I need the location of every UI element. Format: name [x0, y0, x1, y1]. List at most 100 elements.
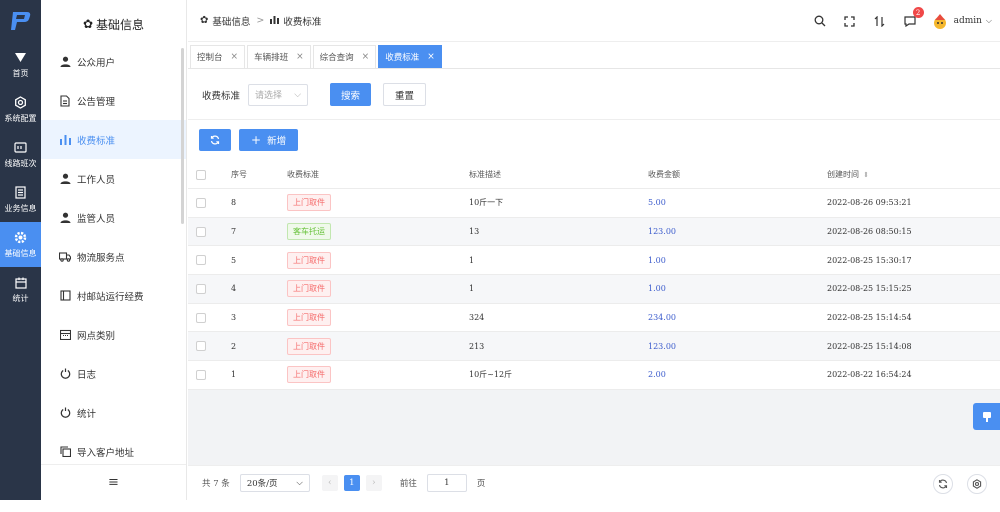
column-header: 标准描述 [469, 170, 501, 179]
row-checkbox-cell [188, 255, 231, 266]
sidebar-item[interactable]: 公众用户 [41, 42, 186, 81]
page-size-select[interactable]: 20条/页 ⌵ [239, 474, 310, 492]
sidebar-item[interactable]: 统计 [41, 393, 186, 432]
table-row[interactable]: 7 客车托运 13 123.00 2022-08-26 08:50:15 [188, 217, 1000, 247]
chevron-down-icon[interactable]: ⌵ [986, 16, 992, 26]
avatar[interactable] [931, 12, 949, 30]
sidebar-item-label: 物流服务点 [77, 252, 125, 264]
breadcrumb-root[interactable]: 基础信息 [212, 14, 250, 28]
gear-icon: ✿ [200, 15, 209, 26]
sidebar-item[interactable]: 物流服务点 [41, 237, 186, 276]
rail-item[interactable]: 线路班次 [0, 132, 41, 177]
tab[interactable]: 控制台 × [190, 45, 246, 68]
page-number-current[interactable]: 1 [343, 475, 360, 491]
close-icon[interactable]: × [427, 52, 435, 62]
breadcrumb-separator: > [256, 15, 265, 26]
sidebar-item[interactable]: 日志 [41, 354, 186, 393]
sidebar-item[interactable]: 收费标准 [41, 120, 186, 159]
refresh-table-button[interactable] [933, 474, 953, 494]
refresh-button[interactable] [199, 129, 231, 151]
fee-table: 序号 收费标准 标准描述 收费金额 创建时间 ⇕ 8 上门取件 10斤一下 5.… [188, 161, 1000, 390]
search-button[interactable]: 搜索 [330, 83, 372, 106]
table-settings-button[interactable] [967, 474, 987, 494]
fee-type-cell: 上门取件 [287, 337, 469, 355]
table-row[interactable]: 4 上门取件 1 1.00 2022-08-25 15:15:25 [188, 275, 1000, 304]
row-checkbox[interactable] [196, 226, 206, 237]
folder-icon [59, 290, 71, 302]
row-checkbox-cell [188, 369, 231, 380]
select-all-cell [188, 169, 231, 180]
floating-action-button[interactable] [973, 403, 1000, 430]
fee-type-tag: 上门取件 [287, 309, 331, 327]
sidebar-item[interactable]: 村邮站运行经费 [41, 276, 186, 315]
collapse-menu-button[interactable]: ≡ [41, 464, 186, 500]
fee-type-cell: 上门取件 [287, 309, 469, 327]
row-checkbox[interactable] [196, 369, 206, 380]
add-button[interactable]: + 新增 [239, 129, 299, 151]
prev-page-button[interactable]: ‹ [321, 475, 338, 491]
sidebar-item[interactable]: 监管人员 [41, 198, 186, 237]
row-checkbox[interactable] [196, 197, 206, 208]
refresh-icon [938, 479, 948, 489]
close-icon[interactable]: × [231, 52, 239, 62]
gear-icon [14, 231, 28, 245]
search-icon[interactable] [813, 14, 827, 28]
sidebar-item[interactable]: 公告管理 [41, 81, 186, 120]
row-checkbox[interactable] [196, 255, 206, 266]
column-header: 序号 [231, 170, 247, 179]
fee-standard-select[interactable]: 请选择 ⌵ [248, 83, 309, 106]
row-checkbox-cell [188, 283, 231, 294]
sidebar-item[interactable]: 网点类别 [41, 315, 186, 354]
tab[interactable]: 车辆排班 × [247, 45, 311, 68]
table-row[interactable]: 5 上门取件 1 1.00 2022-08-25 15:30:17 [188, 246, 1000, 276]
sidebar-item[interactable]: 导入客户地址 [41, 432, 186, 464]
table-row[interactable]: 3 上门取件 324 234.00 2022-08-25 15:14:54 [188, 304, 1000, 333]
reset-button[interactable]: 重置 [383, 83, 427, 106]
close-icon[interactable]: × [362, 52, 370, 62]
tab[interactable]: 收费标准 × [378, 45, 442, 68]
select-all-checkbox[interactable] [196, 169, 206, 180]
amount-cell: 1.00 [648, 284, 666, 294]
notification-icon[interactable]: 2 [903, 7, 924, 28]
description-cell: 324 [469, 313, 485, 323]
table-row[interactable]: 8 上门取件 10斤一下 5.00 2022-08-26 09:53:21 [188, 189, 1000, 218]
row-checkbox[interactable] [196, 312, 206, 323]
user-name[interactable]: admin [954, 16, 982, 26]
calendar-icon [59, 329, 71, 341]
sidebar-item-label: 统计 [77, 408, 97, 420]
rail-item[interactable]: 首页 [0, 42, 41, 87]
truck-icon [59, 251, 71, 263]
sortable-column-header[interactable]: 创建时间 ⇕ [827, 169, 997, 180]
column-header: 收费标准 [287, 170, 319, 179]
tab[interactable]: 综合查询 × [312, 45, 377, 68]
row-number: 3 [231, 313, 237, 323]
description-cell: 10斤~12斤 [469, 370, 513, 380]
page-size-value: 20条/页 [246, 479, 278, 489]
table-row[interactable]: 2 上门取件 213 123.00 2022-08-25 15:14:08 [188, 332, 1000, 362]
app-logo[interactable] [0, 0, 41, 42]
row-checkbox[interactable] [196, 341, 206, 352]
row-checkbox[interactable] [196, 283, 206, 294]
rail-item[interactable]: 统计 [0, 267, 41, 312]
goto-page-input[interactable]: 1 [426, 474, 467, 492]
table-row[interactable]: 1 上门取件 10斤~12斤 2.00 2022-08-22 16:54:24 [188, 361, 1000, 390]
next-page-button[interactable]: › [365, 475, 382, 491]
fullscreen-icon[interactable] [843, 14, 857, 28]
amount-cell: 2.00 [648, 370, 666, 380]
sort-icon[interactable]: ⇕ [863, 171, 869, 179]
rail-item[interactable]: 系统配置 [0, 87, 41, 132]
rail-item-label: 基础信息 [4, 248, 37, 258]
sidebar-scrollbar[interactable] [181, 48, 184, 224]
sidebar-menu: 公众用户 公告管理 收费标准 工作人员 监管人员 物流服务点 村邮站运行经费 网… [41, 42, 186, 464]
tab-label: 综合查询 [319, 53, 354, 63]
sort-arrows-icon[interactable] [873, 14, 887, 28]
rail-item[interactable]: 业务信息 [0, 177, 41, 222]
rail-item[interactable]: 基础信息 [0, 222, 41, 267]
close-icon[interactable]: × [296, 52, 304, 62]
sidebar-item[interactable]: 工作人员 [41, 159, 186, 198]
table-body: 8 上门取件 10斤一下 5.00 2022-08-26 09:53:21 7 … [188, 189, 1000, 390]
tab-label: 车辆排班 [254, 53, 289, 63]
created-time-cell: 2022-08-25 15:14:08 [827, 341, 912, 351]
rail-item-label: 线路班次 [4, 158, 37, 168]
rail-item-label: 业务信息 [4, 203, 37, 213]
